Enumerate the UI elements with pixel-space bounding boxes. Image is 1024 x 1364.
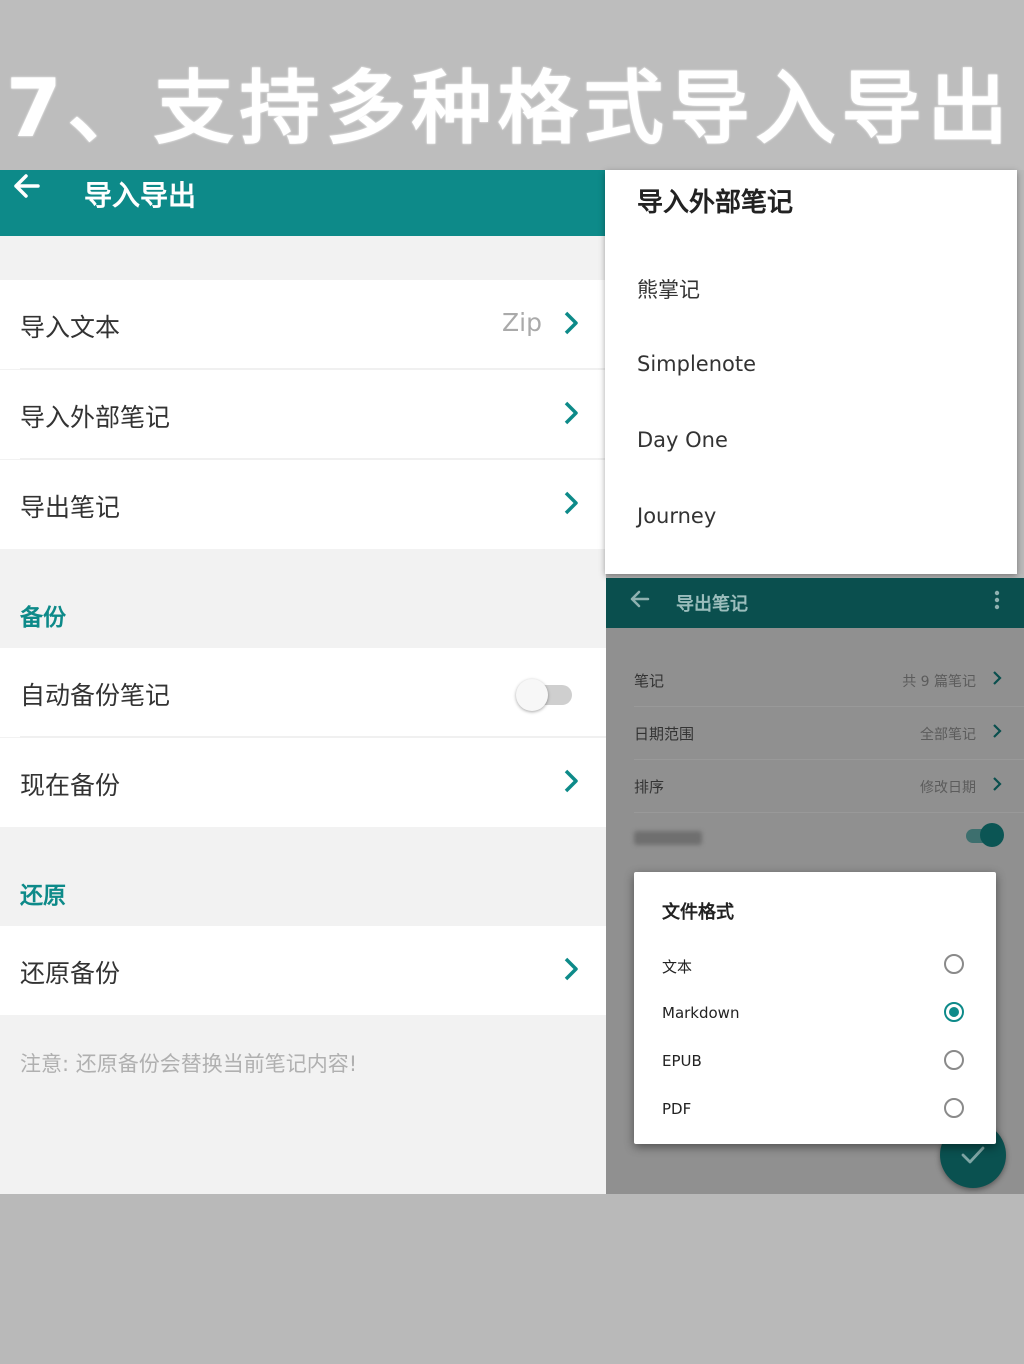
auto-backup-row[interactable]: 自动备份笔记	[0, 648, 606, 737]
export-row-sort[interactable]: 排序 修改日期	[606, 760, 1024, 812]
check-icon	[961, 1146, 985, 1164]
radio-button[interactable]	[944, 1050, 964, 1070]
export-row-label: 日期范围	[634, 725, 695, 743]
export-toggle[interactable]	[966, 823, 1004, 849]
import-text-value: Zip	[502, 308, 542, 337]
export-row-toggle[interactable]	[606, 813, 1024, 865]
import-export-screen: 导入导出 导入文本 Zip 导入外部笔记 导出笔记 备份 自动备份笔记 现在备份…	[0, 170, 606, 1194]
chevron-right-icon	[992, 670, 1002, 686]
radio-button[interactable]	[944, 954, 964, 974]
file-format-dialog: 文件格式 文本 Markdown EPUB PDF	[634, 872, 996, 1144]
background-fill	[0, 1194, 1024, 1364]
restore-warning-note: 注意: 还原备份会替换当前笔记内容!	[20, 1052, 358, 1076]
export-row-value: 修改日期	[920, 780, 976, 796]
back-arrow-icon[interactable]	[628, 588, 654, 610]
auto-backup-toggle[interactable]	[516, 679, 572, 711]
import-external-label: 导入外部笔记	[20, 403, 171, 432]
export-app-bar: 导出笔记	[606, 578, 1024, 628]
section-backup: 备份	[20, 605, 66, 631]
export-row-date-range[interactable]: 日期范围 全部笔记	[606, 707, 1024, 759]
import-text-label: 导入文本	[20, 313, 121, 342]
back-arrow-icon[interactable]	[10, 170, 50, 206]
format-option-markdown[interactable]: Markdown	[634, 990, 996, 1038]
blurred-label	[634, 831, 702, 845]
import-option-bear[interactable]: 熊掌记	[637, 274, 700, 304]
dialog-title: 文件格式	[662, 902, 734, 923]
dialog-title: 导入外部笔记	[637, 188, 794, 218]
export-notes-row[interactable]: 导出笔记	[0, 460, 606, 549]
export-row-notes[interactable]: 笔记 共 9 篇笔记	[606, 654, 1024, 706]
chevron-right-icon	[992, 723, 1002, 739]
import-external-dialog: 导入外部笔记 熊掌记 Simplenote Day One Journey	[605, 170, 1017, 574]
export-notes-label: 导出笔记	[20, 493, 121, 522]
restore-backup-row[interactable]: 还原备份	[0, 926, 606, 1015]
import-text-row[interactable]: 导入文本 Zip	[0, 280, 606, 369]
radio-button[interactable]	[944, 1098, 964, 1118]
toggle-thumb	[516, 679, 548, 711]
import-option-simplenote[interactable]: Simplenote	[637, 352, 756, 376]
chevron-right-icon	[992, 776, 1002, 792]
banner-title: 7、支持多种格式导入导出	[6, 62, 1014, 155]
format-label: EPUB	[662, 1052, 702, 1070]
export-row-value: 全部笔记	[920, 727, 976, 743]
banner: 7、支持多种格式导入导出	[0, 0, 1024, 170]
toggle-thumb	[980, 823, 1004, 847]
export-row-label: 排序	[634, 778, 665, 796]
import-external-row[interactable]: 导入外部笔记	[0, 370, 606, 459]
format-option-pdf[interactable]: PDF	[634, 1086, 996, 1134]
auto-backup-label: 自动备份笔记	[20, 681, 171, 710]
chevron-right-icon	[562, 768, 580, 794]
app-bar: 导入导出	[0, 170, 606, 236]
format-label: 文本	[662, 958, 693, 976]
more-vertical-icon[interactable]	[994, 590, 1000, 610]
backup-now-row[interactable]: 现在备份	[0, 738, 606, 827]
chevron-right-icon	[562, 956, 580, 982]
section-restore: 还原	[20, 883, 66, 909]
export-row-label: 笔记	[634, 672, 665, 690]
format-option-text[interactable]: 文本	[634, 942, 996, 990]
import-option-dayone[interactable]: Day One	[637, 428, 728, 452]
chevron-right-icon	[562, 490, 580, 516]
chevron-right-icon	[562, 310, 580, 336]
export-row-value: 共 9 篇笔记	[902, 674, 976, 690]
export-title: 导出笔记	[676, 594, 748, 615]
restore-backup-label: 还原备份	[20, 959, 121, 988]
chevron-right-icon	[562, 400, 580, 426]
import-option-journey[interactable]: Journey	[637, 504, 716, 528]
format-label: PDF	[662, 1100, 692, 1118]
radio-button-selected[interactable]	[944, 1002, 964, 1022]
format-option-epub[interactable]: EPUB	[634, 1038, 996, 1086]
page-title: 导入导出	[84, 179, 197, 212]
backup-now-label: 现在备份	[20, 771, 121, 800]
format-label: Markdown	[662, 1004, 740, 1022]
